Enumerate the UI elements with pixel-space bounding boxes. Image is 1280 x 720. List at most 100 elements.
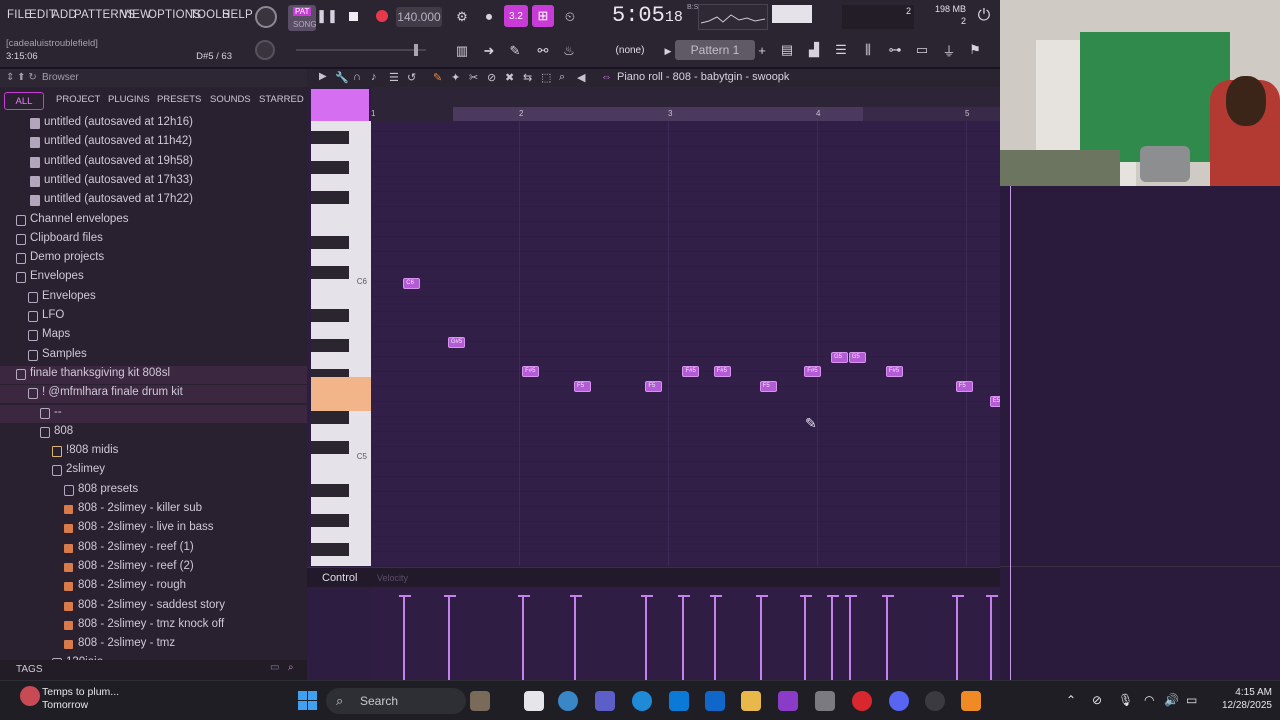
select-tool-icon[interactable]: ⬚ <box>541 71 551 84</box>
black-key[interactable] <box>311 411 349 424</box>
browser-item[interactable]: -- <box>0 404 307 423</box>
media-icon[interactable] <box>778 691 798 711</box>
weather-icon[interactable] <box>20 686 40 706</box>
browser-item[interactable]: 808 presets <box>0 482 307 500</box>
power-icon[interactable]: ⏻ <box>974 6 994 26</box>
overview-selection[interactable] <box>453 107 863 121</box>
browser-item[interactable]: Samples <box>0 347 307 365</box>
menu-view[interactable]: VIEW <box>121 9 151 21</box>
tempo-display[interactable]: 140.000 <box>396 7 442 27</box>
black-key[interactable] <box>311 514 349 527</box>
store-icon[interactable] <box>705 691 725 711</box>
delete-tool-icon[interactable]: ⊘ <box>487 71 496 84</box>
tab-all[interactable]: ALL <box>4 92 44 110</box>
pause-icon[interactable]: ❚❚ <box>316 8 338 23</box>
velocity-label[interactable]: Velocity <box>377 573 408 583</box>
microphone-icon[interactable]: 🎙 <box>1118 693 1133 707</box>
taskbar-clock[interactable]: 4:15 AM 12/28/2025 <box>1218 686 1272 712</box>
note[interactable]: F#5 <box>804 366 822 377</box>
folder-icon[interactable] <box>741 691 761 711</box>
piano-keys-icon[interactable]: ▥ <box>451 42 473 60</box>
browser-item[interactable]: 808 - 2slimey - reef (1) <box>0 540 307 558</box>
undo-icon[interactable]: ↺ <box>407 71 416 84</box>
file-icon[interactable]: ▭ <box>913 41 931 59</box>
taskbar-search[interactable]: ⌕ Search <box>326 688 466 714</box>
slip-tool-icon[interactable]: ⇆ <box>523 71 532 84</box>
pitch-knob[interactable] <box>255 40 275 60</box>
menu-icon[interactable]: ☰ <box>389 71 399 84</box>
velocity-bar[interactable] <box>985 595 998 680</box>
widgets-icon[interactable] <box>470 691 490 711</box>
browser-item[interactable]: !808 midis <box>0 443 307 461</box>
browser-item[interactable]: 808 - 2slimey - tmz <box>0 636 307 654</box>
tab-sounds[interactable]: SOUNDS <box>210 94 251 105</box>
camera-icon[interactable] <box>815 691 835 711</box>
browser-item[interactable]: Demo projects <box>0 250 307 268</box>
timeline-ruler[interactable]: 1 2 3 4 5 <box>371 87 1023 121</box>
note[interactable]: F5 <box>955 381 973 392</box>
control-label[interactable]: Control <box>322 572 357 584</box>
arrow-right-icon[interactable]: ➜ <box>480 42 498 60</box>
browser-item[interactable]: 808 - 2slimey - saddest story <box>0 598 307 616</box>
browser-item[interactable]: 2slimey <box>0 462 307 480</box>
browser-item[interactable]: untitled (autosaved at 12h16) <box>0 115 307 133</box>
note[interactable]: F#5 <box>682 366 700 377</box>
folder-icon[interactable]: ▭ <box>270 662 279 673</box>
browser-item[interactable]: Maps <box>0 327 307 345</box>
slice-tool-icon[interactable]: ✂ <box>469 71 478 84</box>
master-volume-knob[interactable] <box>255 6 277 28</box>
velocity-bar[interactable] <box>844 595 857 680</box>
velocity-bar[interactable] <box>826 595 839 680</box>
tab-presets[interactable]: PRESETS <box>157 94 201 105</box>
browser-item[interactable]: Envelopes <box>0 289 307 307</box>
velocity-bar[interactable] <box>881 595 894 680</box>
add-pattern-button[interactable]: + <box>756 42 768 58</box>
velocity-bar[interactable] <box>570 595 583 680</box>
search-icon[interactable]: ⌕ <box>288 662 294 673</box>
link-icon[interactable]: ⚯ <box>534 42 552 60</box>
tab-plugins[interactable]: PLUGINS <box>108 94 150 105</box>
network-off-icon[interactable]: ⊘ <box>1092 693 1102 707</box>
black-key[interactable] <box>311 161 349 174</box>
browser-tree-icon[interactable]: ⊶ <box>886 41 904 59</box>
note[interactable]: F#5 <box>522 366 540 377</box>
file-explorer-icon[interactable] <box>524 691 544 711</box>
copilot-icon[interactable] <box>558 691 578 711</box>
browser-item[interactable]: untitled (autosaved at 17h33) <box>0 173 307 191</box>
metronome-icon[interactable]: ⚙ <box>452 7 472 27</box>
arrows-icon[interactable]: ⇔ <box>601 71 612 83</box>
browser-item[interactable]: 808 - 2slimey - rough <box>0 578 307 596</box>
pattern-selector[interactable]: Pattern 1 <box>675 40 755 60</box>
velocity-bar[interactable] <box>399 595 412 680</box>
browser-item[interactable]: Channel envelopes <box>0 212 307 230</box>
note[interactable]: F5 <box>759 381 777 392</box>
browser-item[interactable]: untitled (autosaved at 17h22) <box>0 192 307 210</box>
teams-icon[interactable] <box>595 691 615 711</box>
note-grid[interactable]: C6 G#5 F#5 F5 F5 F#5 F#5 F5 F#5 G5 G5 F#5 F5 E5 <box>371 121 1007 566</box>
overview-strip[interactable] <box>453 107 1023 121</box>
pencil-icon[interactable]: ✎ <box>506 42 524 60</box>
record-button[interactable] <box>376 10 388 22</box>
note[interactable]: F#5 <box>713 366 731 377</box>
mixer-icon[interactable]: ⫼ <box>859 41 877 59</box>
browser-item[interactable]: Clipboard files <box>0 231 307 249</box>
windows-start-icon[interactable] <box>298 691 318 711</box>
main-pitch-slider[interactable] <box>296 44 426 56</box>
browser-item[interactable]: 808 <box>0 424 307 442</box>
black-key[interactable] <box>311 266 349 279</box>
paint-tool-icon[interactable]: ✦ <box>451 71 460 84</box>
black-key[interactable] <box>311 543 349 556</box>
edge-icon[interactable] <box>632 691 652 711</box>
wrench-icon[interactable]: 🔧 <box>335 71 349 84</box>
typing-keyboard-icon[interactable]: ⊞ <box>532 5 554 27</box>
velocity-bar[interactable] <box>951 595 964 680</box>
black-key[interactable] <box>311 441 349 454</box>
stop-button[interactable] <box>349 12 358 21</box>
browser-item[interactable]: 808 - 2slimey - tmz knock off <box>0 617 307 635</box>
wifi-icon[interactable]: ◠ <box>1144 693 1154 707</box>
menu-help[interactable]: HELP <box>222 9 253 21</box>
browser-item[interactable]: 808 - 2slimey - killer sub <box>0 501 307 519</box>
volume-icon[interactable]: 🔊 <box>1164 693 1179 707</box>
black-key[interactable] <box>311 236 349 249</box>
chatgpt-icon[interactable] <box>925 691 945 711</box>
